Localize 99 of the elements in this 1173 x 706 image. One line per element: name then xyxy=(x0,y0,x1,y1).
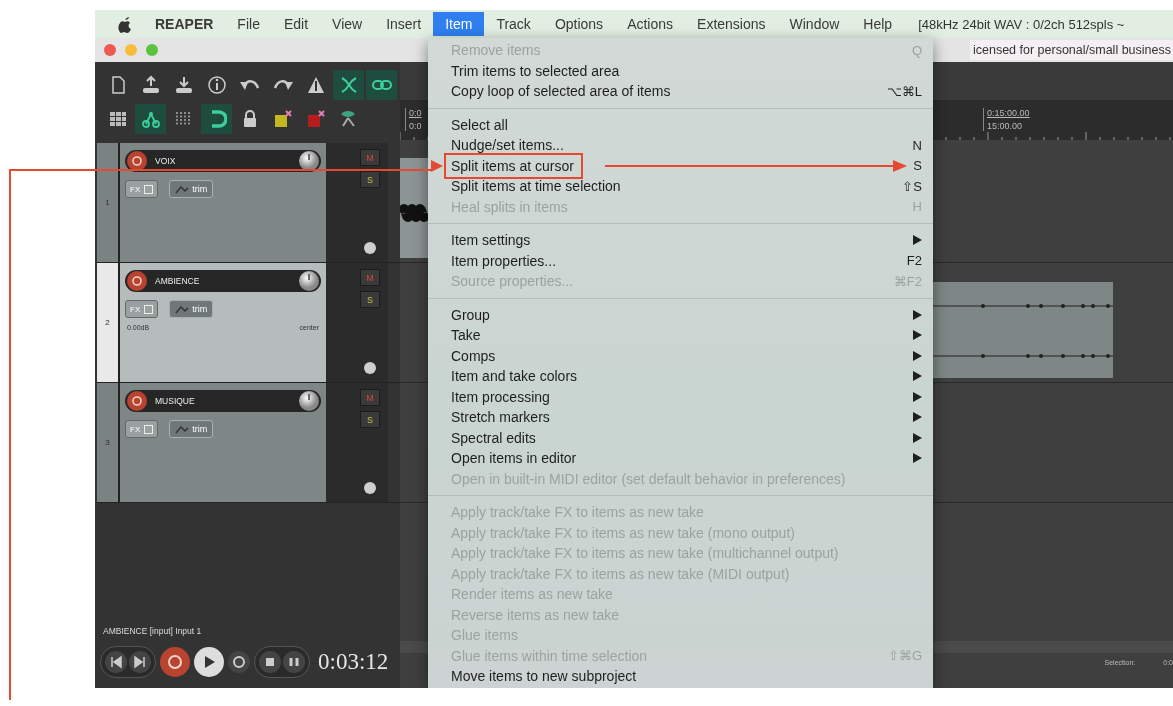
shortcut-label: N xyxy=(912,137,922,153)
square-icon xyxy=(144,184,154,194)
trim-button[interactable]: trim xyxy=(169,300,214,318)
menu-item[interactable]: Group xyxy=(451,306,490,323)
menu-title[interactable]: File xyxy=(225,12,272,36)
envelope-icon xyxy=(175,184,190,194)
ruler-frames: 0:0 xyxy=(409,121,422,131)
repeat-button[interactable] xyxy=(228,651,250,673)
volume-knob-icon[interactable] xyxy=(299,391,319,411)
menu-title[interactable]: Window xyxy=(777,12,852,36)
solo-button[interactable]: S xyxy=(360,291,380,308)
pause-button[interactable] xyxy=(283,651,305,673)
shortcut-label: ⌥⌘L xyxy=(886,83,922,99)
menu-item[interactable]: Copy loop of selected area of items xyxy=(451,83,671,100)
app-menu[interactable]: REAPER xyxy=(147,16,222,32)
menu-item[interactable]: Item processing xyxy=(451,388,550,405)
menu-item[interactable]: Move items to new subproject xyxy=(451,668,637,685)
record-button[interactable] xyxy=(160,647,190,677)
menu-item[interactable]: Split items at time selection xyxy=(451,178,621,195)
trim-button[interactable]: trim xyxy=(169,420,214,438)
menu-item[interactable]: Comps xyxy=(451,347,496,364)
menu-title[interactable]: Extensions xyxy=(685,12,778,36)
time-display: 0:03:12 xyxy=(318,649,389,675)
volume-knob-icon[interactable] xyxy=(299,151,319,171)
track-panel[interactable]: VOIX FX trim xyxy=(120,143,326,262)
toolbar-button[interactable] xyxy=(135,104,166,134)
square-cross-icon xyxy=(272,109,293,129)
skip-forward-button[interactable] xyxy=(129,651,151,673)
round-button-icon[interactable] xyxy=(364,242,376,254)
toolbar-button[interactable] xyxy=(333,70,364,100)
menu-title[interactable]: Actions xyxy=(615,12,686,36)
window-title: icensed for personal/small business xyxy=(969,40,1173,60)
menu-item[interactable]: Item and take colors xyxy=(451,368,578,385)
track-number: 1 xyxy=(105,198,110,207)
shortcut-label: ⇧S xyxy=(902,178,922,194)
menu-title[interactable]: Insert xyxy=(374,12,434,36)
input-status: AMBIENCE [input] Input 1 xyxy=(102,626,203,638)
square-icon xyxy=(144,304,154,314)
undo-icon xyxy=(239,79,260,91)
info-icon xyxy=(206,75,227,95)
menu-title[interactable]: Edit xyxy=(271,12,321,36)
round-button-icon[interactable] xyxy=(364,482,376,494)
square-cross-icon xyxy=(305,109,326,129)
metronome-icon xyxy=(305,75,326,95)
square-icon xyxy=(144,424,154,434)
solo-button[interactable]: S xyxy=(360,411,380,428)
upload-icon xyxy=(140,75,161,95)
track-name[interactable]: MUSIQUE xyxy=(155,396,291,406)
track-name[interactable]: VOIX xyxy=(155,156,291,166)
track-name[interactable]: AMBIENCE xyxy=(155,276,291,286)
envelope-nodes-icon xyxy=(140,109,161,129)
menu-item[interactable]: Spectral edits xyxy=(451,429,536,446)
stop-icon xyxy=(263,655,277,669)
shortcut-label: F2 xyxy=(906,253,922,269)
menu-title[interactable]: Track xyxy=(484,12,543,36)
menu-title[interactable]: View xyxy=(320,12,375,36)
stop-button[interactable] xyxy=(259,651,281,673)
track-number: 3 xyxy=(105,438,110,447)
skip-back-button[interactable] xyxy=(105,651,127,673)
menu-item[interactable]: Trim items to selected area xyxy=(451,62,620,79)
ruler-time: 0:15:00.00 xyxy=(987,108,1030,118)
ruler-time: 0:0 xyxy=(409,108,422,118)
menu-title[interactable]: Options xyxy=(542,12,616,36)
toolbar-button[interactable] xyxy=(201,104,232,134)
menu-item[interactable]: Item settings xyxy=(451,232,531,249)
envelope-icon xyxy=(175,304,190,314)
volume-knob-icon[interactable] xyxy=(299,271,319,291)
grid-icon xyxy=(107,109,128,129)
apple-icon xyxy=(117,15,133,33)
pause-icon xyxy=(287,655,301,669)
record-icon xyxy=(168,655,182,669)
play-icon xyxy=(202,655,216,669)
shortcut-label: S xyxy=(913,158,922,174)
trim-button[interactable]: trim xyxy=(169,180,214,198)
round-button-icon[interactable] xyxy=(364,362,376,374)
menu-item[interactable]: Item properties... xyxy=(451,252,557,269)
toolbar-button[interactable] xyxy=(366,70,397,100)
track-number: 2 xyxy=(105,318,110,327)
redo-icon xyxy=(272,79,293,91)
record-arm-icon[interactable] xyxy=(127,271,147,291)
menu-item[interactable]: Open items in editor xyxy=(451,450,577,467)
skip-forward-icon xyxy=(133,655,147,669)
play-button[interactable] xyxy=(194,647,224,677)
skip-back-icon xyxy=(109,655,123,669)
audio-status: [48kHz 24bit WAV : 0/2ch 512spls ~ xyxy=(918,16,1125,32)
track-panel[interactable]: MUSIQUE FX trim xyxy=(120,383,326,502)
menu-title[interactable]: Help xyxy=(851,12,905,36)
record-arm-icon[interactable] xyxy=(127,151,147,171)
envelope-icon xyxy=(175,424,190,434)
menu-title[interactable]: Item xyxy=(433,12,485,36)
ruler-frames: 15:00.00 xyxy=(987,121,1030,131)
menu-item[interactable]: Stretch markers xyxy=(451,409,550,426)
close-icon[interactable] xyxy=(104,44,116,56)
menu-item[interactable]: Take xyxy=(451,327,481,344)
download-icon xyxy=(173,75,194,95)
record-arm-icon[interactable] xyxy=(127,391,147,411)
menu-item[interactable]: Nudge/set items... xyxy=(451,137,564,154)
solo-button[interactable]: S xyxy=(360,171,380,188)
menu-item[interactable]: Select all xyxy=(451,116,508,133)
